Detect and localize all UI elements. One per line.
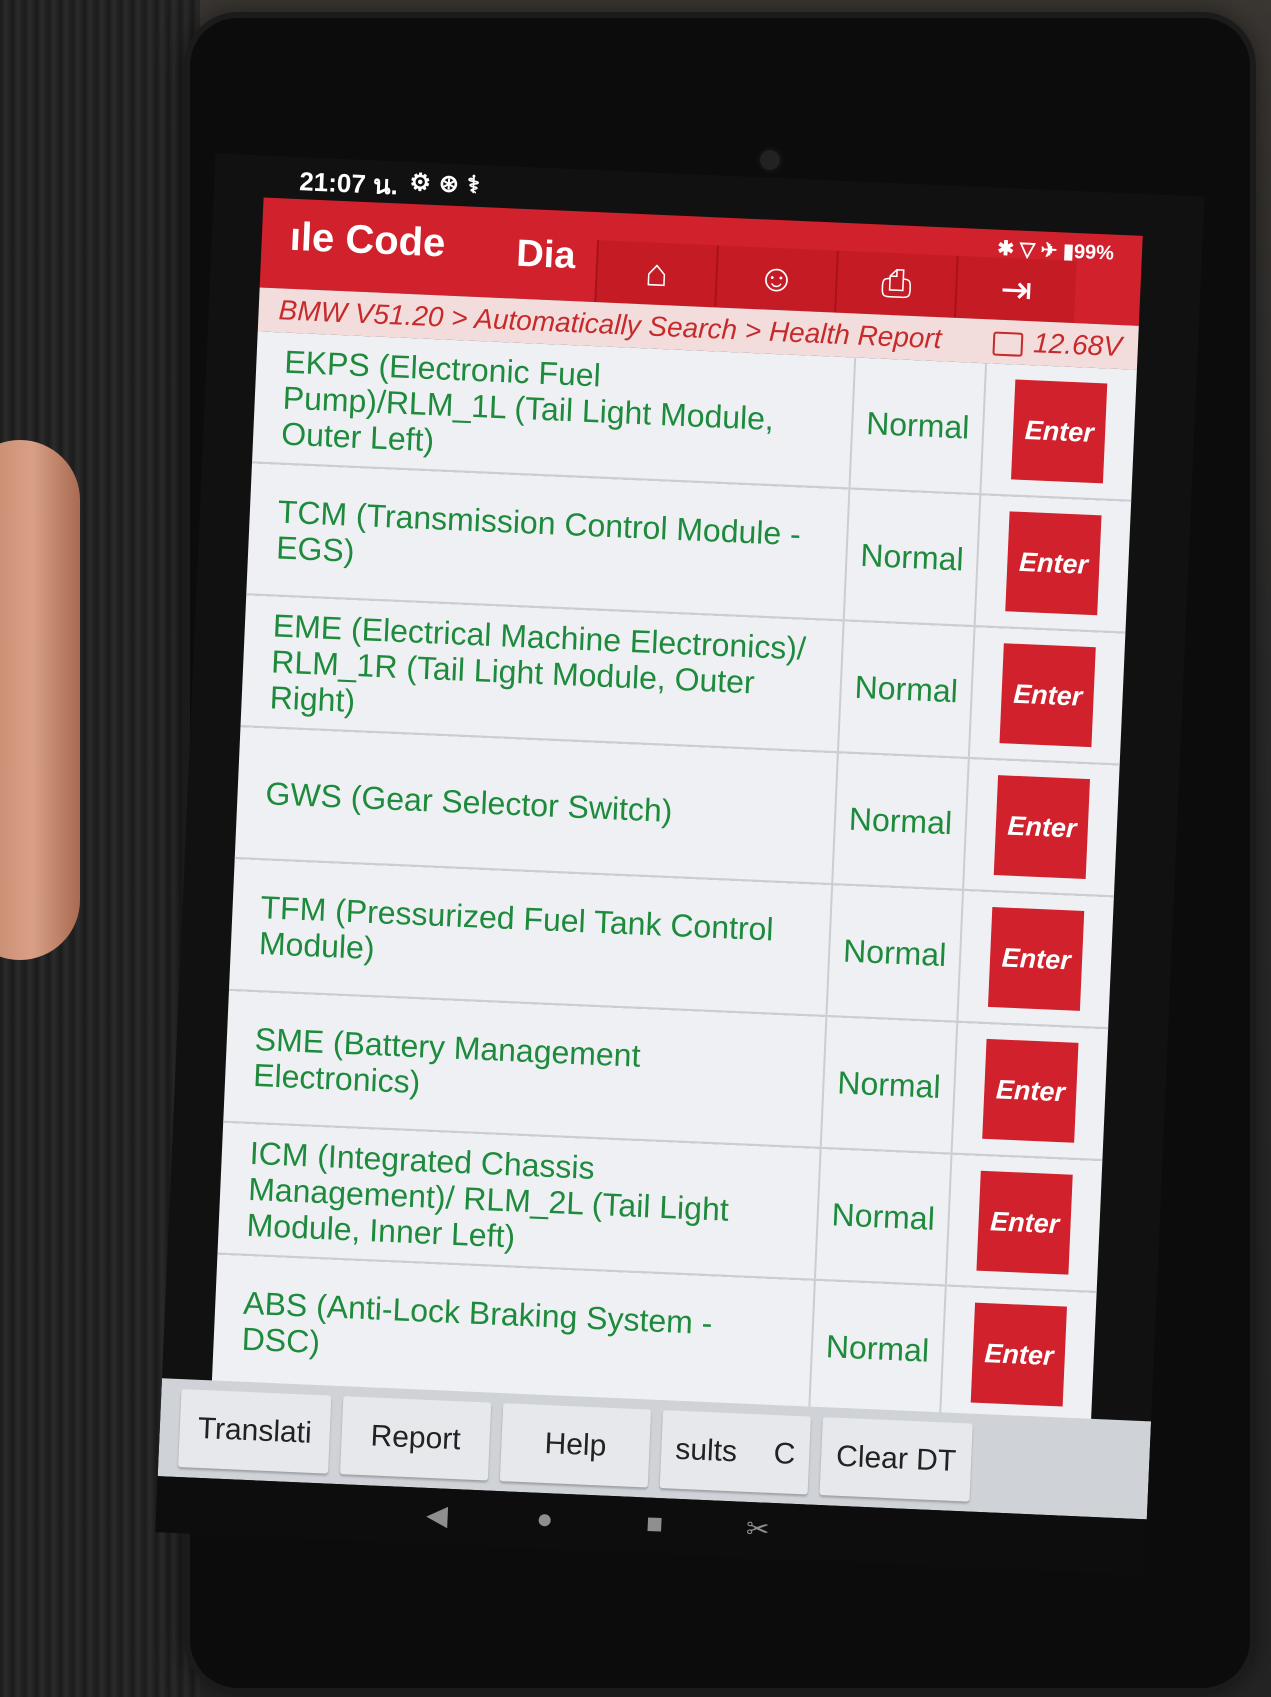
tablet-screen: 21:07 น. ⚙⊛⚕ ıle Code Dia ✱ ▽ ✈ ▮99% ⌂ ☺… — [155, 153, 1205, 1576]
home-circle-icon[interactable]: ● — [536, 1503, 554, 1536]
tab-trouble-code[interactable]: ıle Code — [289, 215, 446, 267]
enter-button[interactable]: Enter — [993, 775, 1091, 880]
module-status: Normal — [809, 1280, 948, 1417]
enter-button[interactable]: Enter — [982, 1038, 1079, 1143]
enter-button[interactable]: Enter — [1005, 511, 1102, 616]
module-name: SME (Battery Management Electronics) — [223, 990, 828, 1147]
module-status: Normal — [821, 1016, 959, 1153]
enter-button[interactable]: Enter — [988, 907, 1085, 1011]
module-status: Normal — [850, 357, 988, 494]
battery-level: 99% — [1073, 240, 1115, 265]
battery-voltage: 12.68V — [992, 326, 1123, 364]
tab-diagnosis[interactable]: Dia — [515, 233, 576, 279]
module-status: Normal — [844, 489, 982, 626]
results-button[interactable]: sults C — [659, 1410, 811, 1495]
exit-icon: ⇥ — [999, 268, 1034, 312]
support-button[interactable]: ☺ — [714, 245, 837, 313]
status-icons: ⚙⊛⚕ — [409, 168, 489, 200]
module-name: ICM (Integrated Chassis Management)/ RLM… — [217, 1122, 822, 1279]
enter-button[interactable]: Enter — [976, 1170, 1073, 1275]
exit-button[interactable]: ⇥ — [954, 255, 1077, 324]
support-agent-icon: ☺ — [756, 256, 797, 301]
home-button[interactable]: ⌂ — [594, 240, 717, 308]
module-list: EKPS (Electronic Fuel Pump)/RLM_1L (Tail… — [211, 331, 1137, 1425]
finger — [0, 440, 80, 960]
bluetooth-circle-icon: ⊛ — [438, 170, 468, 199]
back-icon[interactable]: ◀ — [426, 1498, 449, 1532]
print-button[interactable]: ⎙ — [834, 250, 957, 318]
module-status: Normal — [827, 885, 965, 1021]
enter-button[interactable]: Enter — [999, 643, 1096, 748]
enter-button[interactable]: Enter — [1011, 379, 1108, 484]
module-status: Normal — [838, 621, 976, 757]
module-name: TFM (Pressurized Fuel Tank Control Modul… — [229, 858, 833, 1015]
module-status: Normal — [832, 753, 971, 889]
clear-dtc-button[interactable]: Clear DT — [819, 1417, 973, 1502]
help-button[interactable]: Help — [499, 1403, 652, 1488]
enter-button[interactable]: Enter — [970, 1302, 1068, 1407]
module-name: TCM (Transmission Control Module - EGS) — [246, 463, 851, 620]
module-name: EME (Electrical Machine Electronics)/ RL… — [240, 595, 845, 752]
report-button[interactable]: Report — [339, 1396, 492, 1481]
module-status: Normal — [815, 1148, 953, 1285]
voltage-value: 12.68V — [1032, 327, 1123, 363]
screenshot-icon[interactable]: ✂ — [745, 1512, 770, 1546]
results-label: sults — [674, 1432, 738, 1469]
car-battery-icon — [992, 331, 1024, 357]
module-name: EKPS (Electronic Fuel Pump)/RLM_1L (Tail… — [252, 331, 856, 488]
module-name: GWS (Gear Selector Switch) — [234, 727, 839, 884]
stethoscope-icon: ⚕ — [466, 171, 489, 200]
translation-button[interactable]: Translati — [178, 1389, 332, 1474]
results-extra-label: C — [772, 1437, 796, 1471]
print-icon: ⎙ — [880, 262, 913, 306]
camera-lens — [760, 150, 780, 170]
recents-icon[interactable]: ■ — [645, 1508, 663, 1541]
settings-icon: ⚙ — [408, 168, 440, 198]
home-icon: ⌂ — [644, 251, 670, 295]
